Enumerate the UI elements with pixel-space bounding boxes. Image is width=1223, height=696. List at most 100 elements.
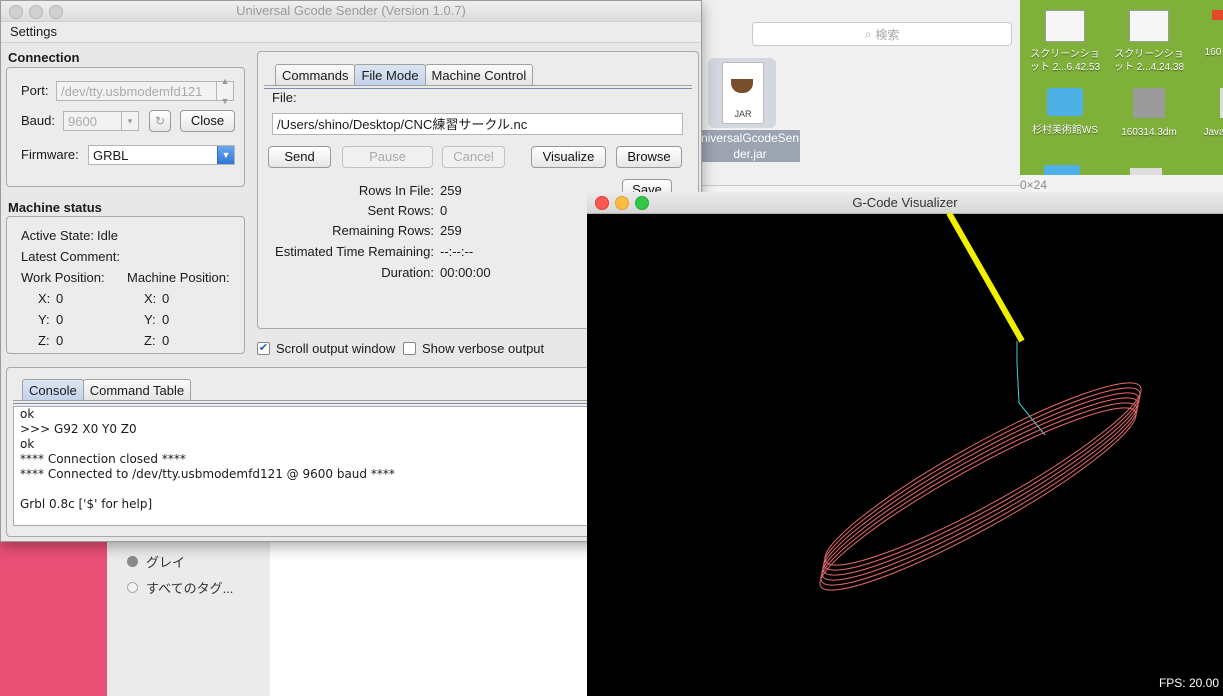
finder-search-field[interactable]: ⌕ 検索 (752, 22, 1012, 46)
finder-content-area (270, 530, 590, 696)
zoom-window-icon[interactable] (635, 196, 649, 210)
work-z-label: Z: (38, 333, 50, 348)
menu-bar: Settings (1, 22, 701, 43)
tab-console[interactable]: Console (22, 379, 84, 400)
machine-y-value: 0 (162, 312, 170, 327)
work-x-label: X: (38, 291, 51, 306)
machine-x-value: 0 (162, 291, 170, 306)
close-connection-button[interactable]: Close (180, 110, 235, 132)
finder-window: ⌕ 検索 JAR niversalGcodeSen der.jar 0×24 (700, 0, 1047, 192)
desktop-background (0, 530, 110, 696)
baud-select[interactable]: 9600 ▾ (63, 111, 139, 131)
browse-button[interactable]: Browse (616, 146, 682, 168)
sent-rows-label: Sent Rows: (367, 203, 434, 218)
baud-label: Baud: (21, 113, 55, 128)
rapid-move-path (1016, 341, 1046, 436)
jar-file-icon[interactable]: JAR (708, 58, 776, 128)
console-line: ok (20, 437, 35, 451)
visualize-button[interactable]: Visualize (531, 146, 606, 168)
mode-tabs: Commands File Mode Machine Control (275, 64, 534, 86)
desktop-file-partial[interactable]: 160 (1198, 10, 1223, 59)
menu-settings[interactable]: Settings (10, 24, 57, 39)
machine-status-title: Machine status (8, 200, 102, 215)
connection-title: Connection (8, 50, 80, 65)
refresh-ports-button[interactable]: ↻ (149, 110, 171, 132)
visualizer-titlebar[interactable]: G-Code Visualizer (587, 192, 1223, 214)
refresh-icon: ↻ (154, 114, 166, 128)
active-state-value: Idle (97, 228, 118, 243)
desktop-icons-area: スクリーンショ ット 2...6.42.53 スクリーンショ ット 2...4.… (1020, 0, 1223, 175)
close-window-icon[interactable] (595, 196, 609, 210)
tab-machine-control[interactable]: Machine Control (424, 64, 534, 85)
coffee-cup-icon (731, 79, 753, 93)
gray-tag-icon (127, 555, 138, 567)
machine-position-label: Machine Position: (127, 270, 230, 285)
close-window-icon[interactable] (9, 5, 23, 19)
tool-path-yellow (946, 213, 1025, 343)
icon-label: スクリーンショ (1030, 49, 1100, 60)
work-x-value: 0 (56, 291, 64, 306)
3dm-file-icon (1133, 88, 1165, 118)
machine-z-value: 0 (162, 333, 170, 348)
minimize-window-icon[interactable] (29, 5, 43, 19)
screenshot-thumbnail-icon (1045, 10, 1085, 42)
scroll-output-checkbox[interactable]: ✔ (257, 342, 270, 355)
file-icon (1130, 168, 1162, 175)
machine-status-panel: Active State: Idle Latest Comment: Work … (6, 216, 245, 354)
jar-icon-text: JAR (734, 109, 752, 119)
machine-x-label: X: (144, 291, 157, 306)
search-icon: ⌕ (864, 26, 872, 41)
jar-file-label[interactable]: niversalGcodeSen der.jar (700, 130, 800, 162)
visualizer-title: G-Code Visualizer (852, 195, 958, 210)
desktop-file-screenshot-2[interactable]: スクリーンショ ット 2...4.24.38 (1108, 10, 1190, 74)
icon-label: 160314.3dm (1121, 127, 1177, 138)
send-button[interactable]: Send (268, 146, 331, 168)
remaining-rows-label: Remaining Rows: (332, 223, 434, 238)
estimated-time-label: Estimated Time Remaining: (275, 244, 434, 259)
console-line: **** Connection closed **** (20, 452, 186, 466)
machine-z-label: Z: (144, 333, 156, 348)
console-output[interactable]: ok >>> G92 X0 Y0 Z0 ok **** Connection c… (13, 406, 603, 526)
work-z-value: 0 (56, 333, 64, 348)
console-line: >>> G92 X0 Y0 Z0 (20, 422, 137, 436)
file-label: File: (272, 90, 297, 105)
toolpath-ring (823, 387, 1141, 571)
firmware-select[interactable]: GRBL ▼ (88, 145, 235, 165)
verbose-output-checkbox[interactable] (403, 342, 416, 355)
icon-label: スクリーンショ (1114, 49, 1184, 60)
sidebar-tag-gray[interactable]: グレイ (127, 551, 185, 571)
verbose-output-label: Show verbose output (422, 341, 545, 356)
window-titlebar[interactable]: Universal Gcode Sender (Version 1.0.7) (1, 1, 701, 22)
fps-counter: FPS: 20.00 (1158, 676, 1219, 690)
toolpath-ring (822, 392, 1140, 576)
desktop-folder-sugimura[interactable]: 杉村美術館WS (1024, 88, 1106, 137)
visualizer-canvas[interactable] (587, 213, 1223, 696)
console-line: **** Connected to /dev/tty.usbmodemfd121… (20, 467, 395, 481)
desktop-file-screenshot-1[interactable]: スクリーンショ ット 2...6.42.53 (1024, 10, 1106, 74)
desktop-file-3dm[interactable]: 160314.3dm (1108, 88, 1190, 139)
tab-file-mode[interactable]: File Mode (354, 64, 426, 85)
console-tabs: Console Command Table (22, 379, 192, 401)
scroll-output-label: Scroll output window (276, 341, 396, 356)
sidebar-all-tags[interactable]: すべてのタグ... (127, 577, 233, 597)
pause-button[interactable]: Pause (342, 146, 433, 168)
toolpath-ring (819, 407, 1137, 591)
connection-panel: Port: /dev/tty.usbmodemfd121 ▲ ▼ Baud: 96… (6, 67, 245, 187)
gcode-visualizer-window: G-Code Visualizer FPS: 20.00 (587, 192, 1223, 696)
jar-document-icon: JAR (722, 62, 764, 124)
toolpath-rings (819, 382, 1142, 591)
minimize-window-icon[interactable] (615, 196, 629, 210)
desktop-file-java[interactable]: Java (1194, 88, 1223, 139)
port-select[interactable]: /dev/tty.usbmodemfd121 ▲ ▼ (56, 76, 234, 106)
tab-command-table[interactable]: Command Table (82, 379, 192, 400)
work-position-label: Work Position: (21, 270, 105, 285)
zoom-window-icon[interactable] (49, 5, 63, 19)
file-path-field[interactable]: /Users/shino/Desktop/CNC練習サークル.nc (272, 113, 683, 135)
tag-label: すべてのタグ... (146, 580, 234, 596)
toolpath-ring (821, 397, 1139, 581)
tab-commands[interactable]: Commands (275, 64, 356, 85)
console-line: Grbl 0.8c ['$' for help] (20, 497, 153, 511)
machine-y-label: Y: (144, 312, 156, 327)
cancel-button[interactable]: Cancel (442, 146, 505, 168)
tag-label: グレイ (146, 554, 186, 570)
